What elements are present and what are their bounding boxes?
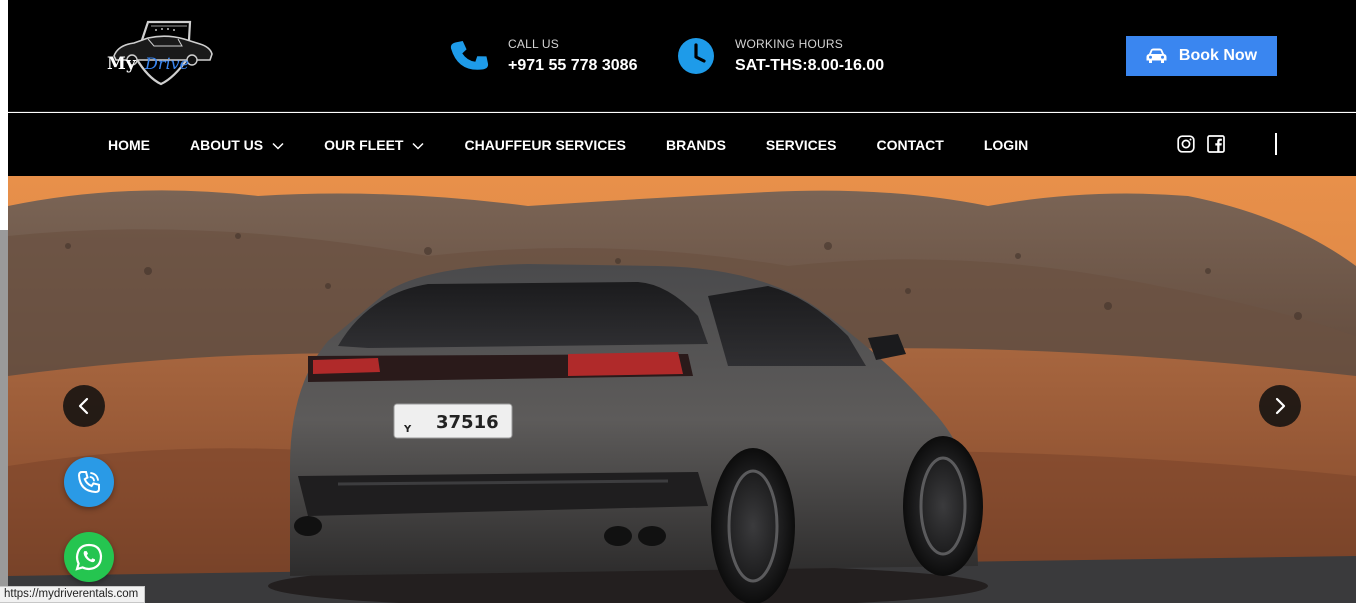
nav-divider <box>1275 133 1277 155</box>
facebook-icon[interactable] <box>1206 134 1226 154</box>
hero-slider: Y 37516 <box>8 176 1356 603</box>
top-header: My Drive CALL US +971 55 778 3086 WORKIN… <box>8 0 1356 112</box>
chevron-down-icon <box>412 137 424 153</box>
phone-call-icon <box>77 471 100 494</box>
svg-text:37516: 37516 <box>436 412 499 433</box>
working-hours-label: WORKING HOURS <box>735 37 843 51</box>
nav-item-label: OUR FLEET <box>324 136 404 153</box>
car-icon <box>1146 48 1167 63</box>
site-logo[interactable]: My Drive <box>104 18 216 88</box>
nav-item-home[interactable]: HOME <box>108 137 150 153</box>
page-right-edge <box>1356 0 1360 603</box>
call-us-block[interactable]: CALL US +971 55 778 3086 <box>448 32 637 80</box>
book-now-label: Book Now <box>1178 47 1258 64</box>
working-hours-block: WORKING HOURS SAT-THS:8.00-16.00 <box>675 32 884 80</box>
instagram-icon[interactable] <box>1176 134 1196 154</box>
chevron-right-icon <box>1275 397 1286 415</box>
browser-status-url: https://mydriverentals.com <box>0 586 146 603</box>
my-drive-logo-icon: My Drive <box>107 20 213 86</box>
nav-item-about-us[interactable]: ABOUT US <box>190 137 284 153</box>
nav-item-chauffeur-services[interactable]: CHAUFFEUR SERVICES <box>464 137 626 153</box>
whatsapp-icon <box>75 543 103 571</box>
floating-call-button[interactable] <box>64 457 114 507</box>
working-hours-value: SAT-THS:8.00-16.00 <box>735 57 885 74</box>
nav-item-services[interactable]: SERVICES <box>766 137 837 153</box>
nav-item-brands[interactable]: BRANDS <box>666 137 726 153</box>
svg-text:My: My <box>107 54 137 74</box>
nav-item-label: SERVICES <box>765 136 837 153</box>
svg-text:Drive: Drive <box>144 54 189 73</box>
nav-item-label: BRANDS <box>666 136 726 153</box>
nav-item-label: LOGIN <box>983 136 1029 153</box>
phone-number[interactable]: +971 55 778 3086 <box>508 57 637 75</box>
nav-item-label: CONTACT <box>876 136 944 153</box>
slider-prev-button[interactable] <box>63 385 105 427</box>
nav-menu: HOME ABOUT US OUR FLEET CHAUFFEUR SERVICES B… <box>108 113 1068 176</box>
main-navigation: HOME ABOUT US OUR FLEET CHAUFFEUR SERVICES B… <box>8 113 1356 176</box>
chevron-left-icon <box>78 397 89 415</box>
website: My Drive CALL US +971 55 778 3086 WORKIN… <box>8 0 1356 603</box>
chevron-down-icon <box>272 137 284 153</box>
nav-item-label: HOME <box>108 136 150 153</box>
hero-car-image: Y 37516 <box>8 176 1356 603</box>
nav-item-label: ABOUT US <box>190 136 264 153</box>
nav-item-contact[interactable]: CONTACT <box>876 137 943 153</box>
clock-icon <box>675 35 717 77</box>
nav-item-login[interactable]: LOGIN <box>984 137 1028 153</box>
slider-next-button[interactable] <box>1259 385 1301 427</box>
book-now-button[interactable]: Book Now <box>1126 36 1277 76</box>
nav-item-our-fleet[interactable]: OUR FLEET <box>324 137 424 153</box>
nav-item-label: CHAUFFEUR SERVICES <box>464 136 627 153</box>
page-scrollbar-track <box>0 230 8 603</box>
floating-whatsapp-button[interactable] <box>64 532 114 582</box>
social-links <box>1176 134 1236 154</box>
phone-icon <box>448 35 490 77</box>
call-us-label: CALL US <box>508 37 559 51</box>
svg-text:Y: Y <box>403 424 412 435</box>
